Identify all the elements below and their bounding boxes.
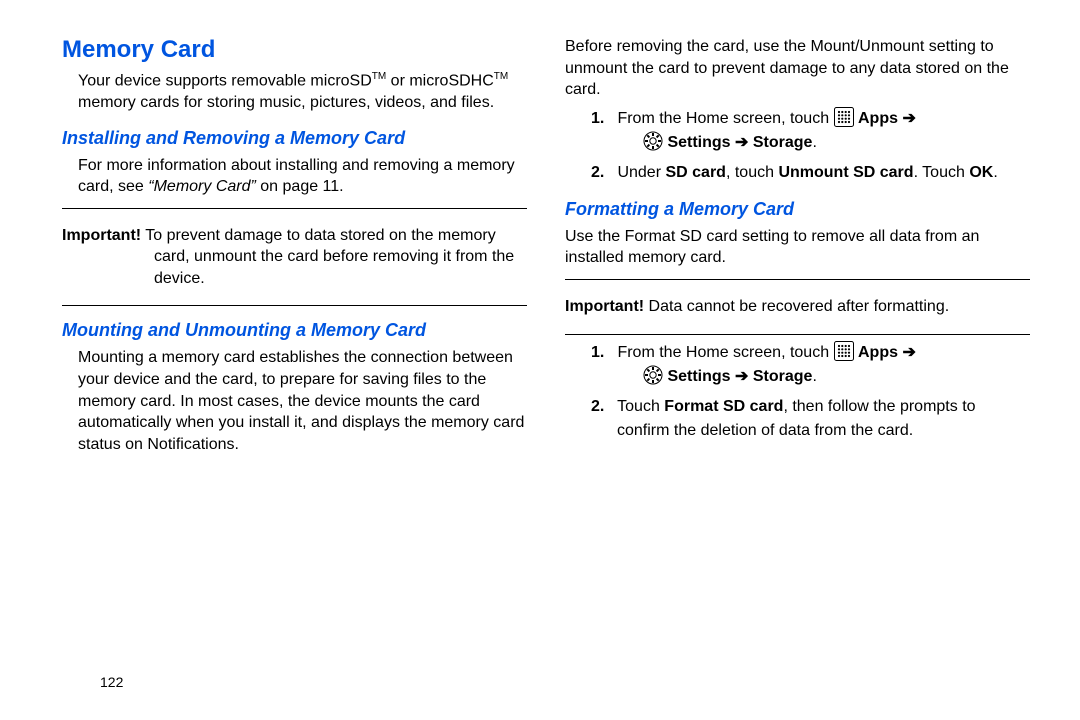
intro-text-c: memory cards for storing music, pictures… <box>78 94 494 111</box>
settings-label: Settings <box>667 134 730 151</box>
page-title: Memory Card <box>62 36 527 64</box>
apps-grid-icon <box>834 341 854 361</box>
install-paragraph: For more information about installing an… <box>62 155 527 198</box>
important-text: Data cannot be recovered after formattin… <box>644 298 949 315</box>
settings-gear-icon <box>643 131 663 151</box>
section-title-mount: Mounting and Unmounting a Memory Card <box>62 320 527 341</box>
unmount-label: Unmount SD card <box>778 164 913 181</box>
important-text: To prevent damage to data stored on the … <box>141 227 514 287</box>
trademark-symbol: TM <box>494 71 508 82</box>
format-steps: From the Home screen, touch Apps ➔ Setti… <box>565 341 1030 443</box>
divider <box>565 334 1030 335</box>
apps-label-text: Apps <box>858 110 898 127</box>
important-note: Important! To prevent damage to data sto… <box>62 225 527 290</box>
settings-gear-icon <box>643 365 663 385</box>
intro-paragraph: Your device supports removable microSDTM… <box>62 70 527 114</box>
divider <box>62 208 527 209</box>
unmount-paragraph: Before removing the card, use the Mount/… <box>565 36 1030 101</box>
step-text: Under <box>617 164 665 181</box>
important-label: Important! <box>62 227 141 244</box>
arrow-icon: ➔ <box>731 134 753 151</box>
step-item: Under SD card, touch Unmount SD card. To… <box>591 161 1030 185</box>
right-column: Before removing the card, use the Mount/… <box>565 36 1030 459</box>
apps-label-text: Apps <box>858 344 898 361</box>
cross-reference: “Memory Card” <box>148 178 256 195</box>
period: . <box>812 368 816 385</box>
step-text: Touch <box>617 398 664 415</box>
storage-label: Storage <box>753 368 813 385</box>
format-paragraph: Use the Format SD card setting to remove… <box>565 226 1030 269</box>
mount-paragraph: Mounting a memory card establishes the c… <box>62 347 527 455</box>
period: . <box>812 134 816 151</box>
settings-label: Settings <box>667 368 730 385</box>
important-label: Important! <box>565 298 644 315</box>
section-title-install: Installing and Removing a Memory Card <box>62 128 527 149</box>
step-item: From the Home screen, touch Apps ➔ Setti… <box>591 341 1030 389</box>
install-text-b: on page 11. <box>256 178 344 195</box>
apps-grid-icon <box>834 107 854 127</box>
step-text: From the Home screen, touch <box>617 110 833 127</box>
unmount-steps: From the Home screen, touch Apps ➔ Setti… <box>565 107 1030 185</box>
divider <box>565 279 1030 280</box>
arrow-icon: ➔ <box>898 110 916 127</box>
ok-label: OK <box>969 164 993 181</box>
step-item: From the Home screen, touch Apps ➔ Setti… <box>591 107 1030 155</box>
divider <box>62 305 527 306</box>
manual-page: Memory Card Your device supports removab… <box>0 0 1080 459</box>
storage-label: Storage <box>753 134 813 151</box>
step-text: . Touch <box>914 164 970 181</box>
sd-card-label: SD card <box>665 164 725 181</box>
intro-text-b: or microSDHC <box>386 72 494 89</box>
page-number: 122 <box>100 674 123 690</box>
format-sd-label: Format SD card <box>664 398 783 415</box>
step-text: From the Home screen, touch <box>617 344 833 361</box>
trademark-symbol: TM <box>372 71 386 82</box>
period: . <box>993 164 997 181</box>
left-column: Memory Card Your device supports removab… <box>62 36 527 459</box>
arrow-icon: ➔ <box>898 344 916 361</box>
step-item: Touch Format SD card, then follow the pr… <box>591 395 1030 443</box>
section-title-format: Formatting a Memory Card <box>565 199 1030 220</box>
arrow-icon: ➔ <box>731 368 753 385</box>
intro-text-a: Your device supports removable microSD <box>78 72 372 89</box>
step-text: , touch <box>726 164 778 181</box>
important-note: Important! Data cannot be recovered afte… <box>565 296 1030 318</box>
